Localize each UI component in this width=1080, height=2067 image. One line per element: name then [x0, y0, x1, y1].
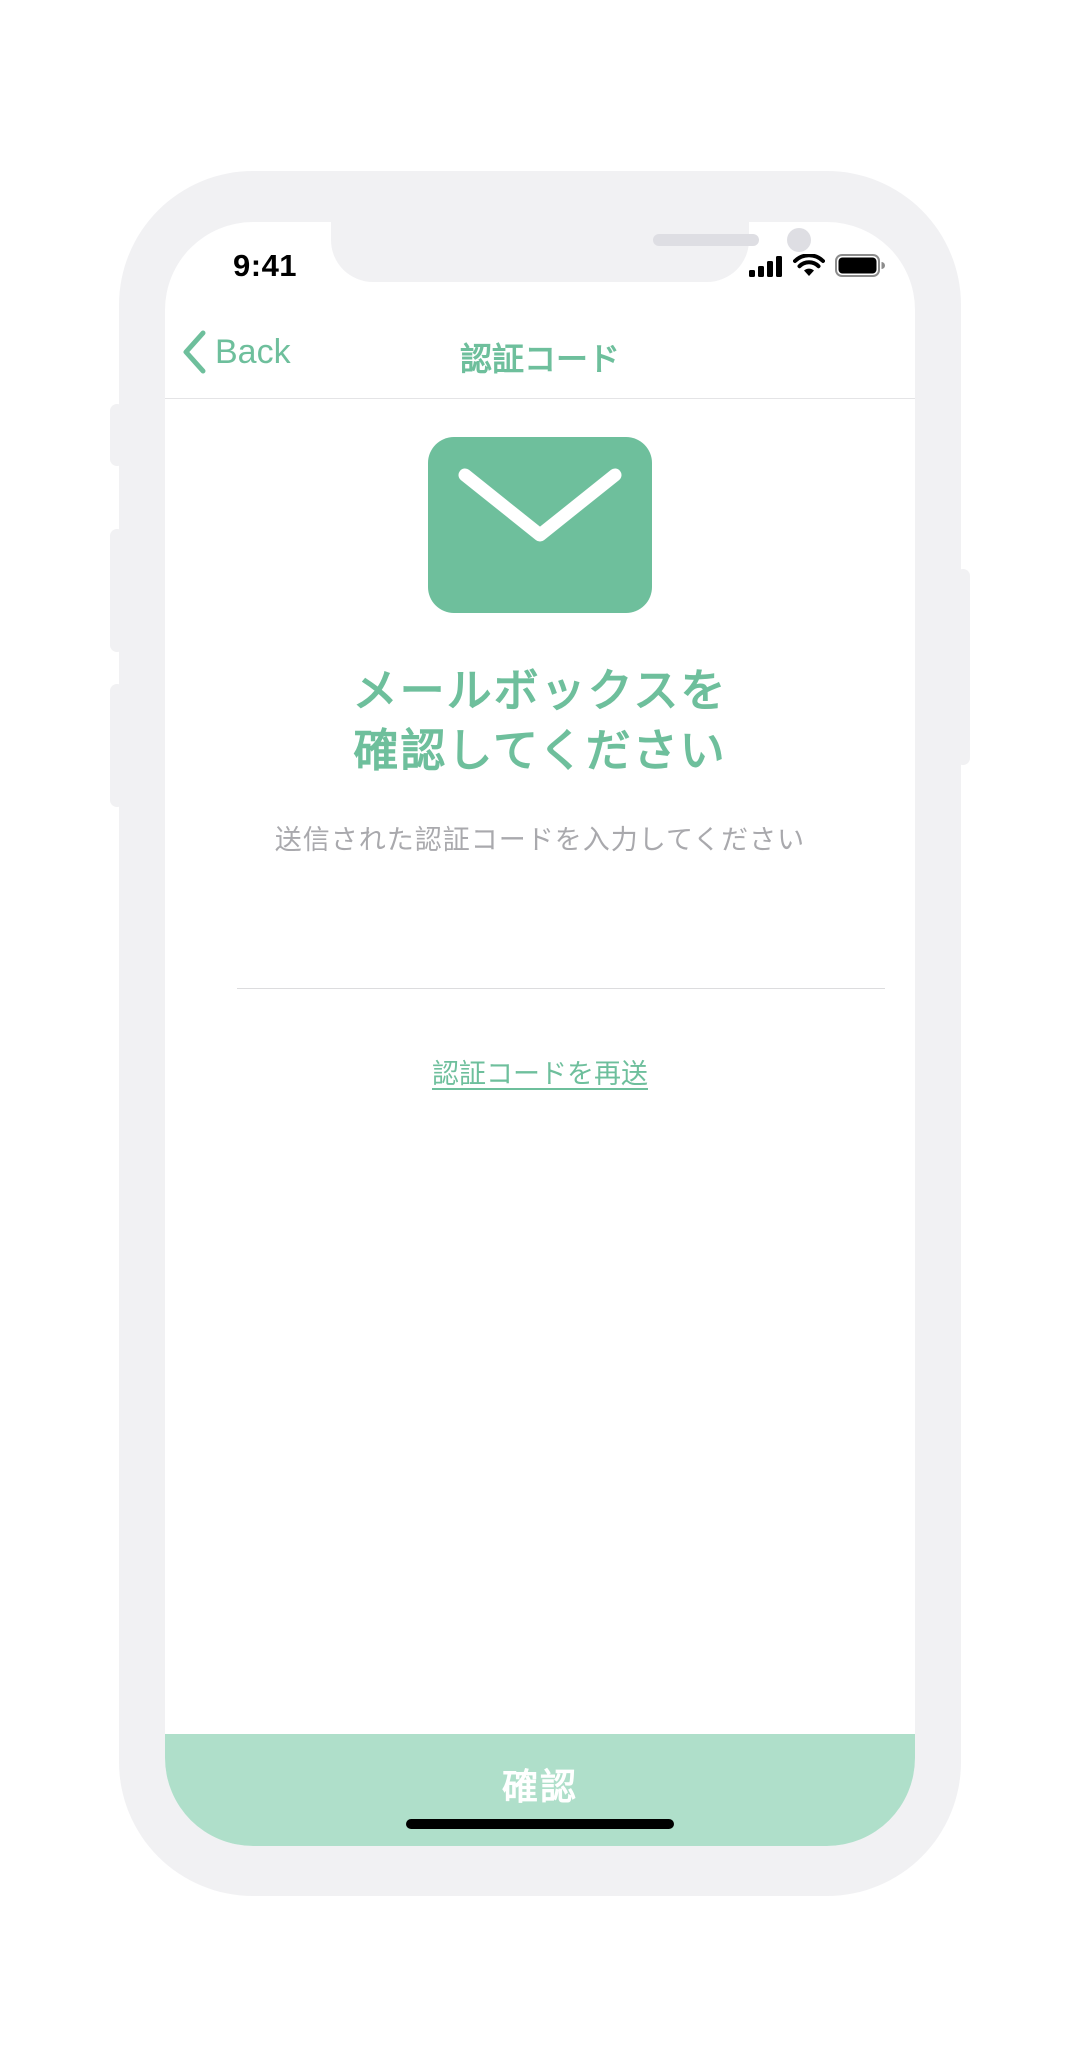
verification-code-input[interactable]: [237, 912, 885, 989]
navigation-bar: Back 認証コード: [165, 310, 915, 399]
home-indicator: [406, 1819, 674, 1829]
headline-line-2: 確認してください: [353, 724, 727, 777]
instruction-text: 送信された認証コードを入力してください: [274, 825, 806, 856]
mail-envelope-icon: [428, 437, 652, 613]
battery-icon: [835, 254, 885, 277]
wifi-icon: [793, 254, 825, 276]
headline-line-1: メールボックスを: [352, 664, 728, 717]
app-screen: 9:41 Back 認証コード メールボックスを 確認してください 送信された認…: [165, 222, 915, 1846]
status-time: 9:41: [233, 248, 298, 283]
speaker-grille: [653, 234, 759, 246]
cellular-signal-icon: [749, 255, 782, 277]
page-title: 認証コード: [459, 340, 620, 378]
front-camera: [787, 228, 811, 252]
resend-code-label: 認証コードを再送: [432, 1059, 648, 1090]
resend-code-link[interactable]: 認証コードを再送: [165, 1052, 915, 1091]
status-icons: [749, 254, 885, 277]
confirm-button[interactable]: 確認: [165, 1734, 915, 1846]
device-mockup: 9:41 Back 認証コード メールボックスを 確認してください 送信された認…: [0, 0, 1080, 2067]
notch: [331, 222, 811, 282]
